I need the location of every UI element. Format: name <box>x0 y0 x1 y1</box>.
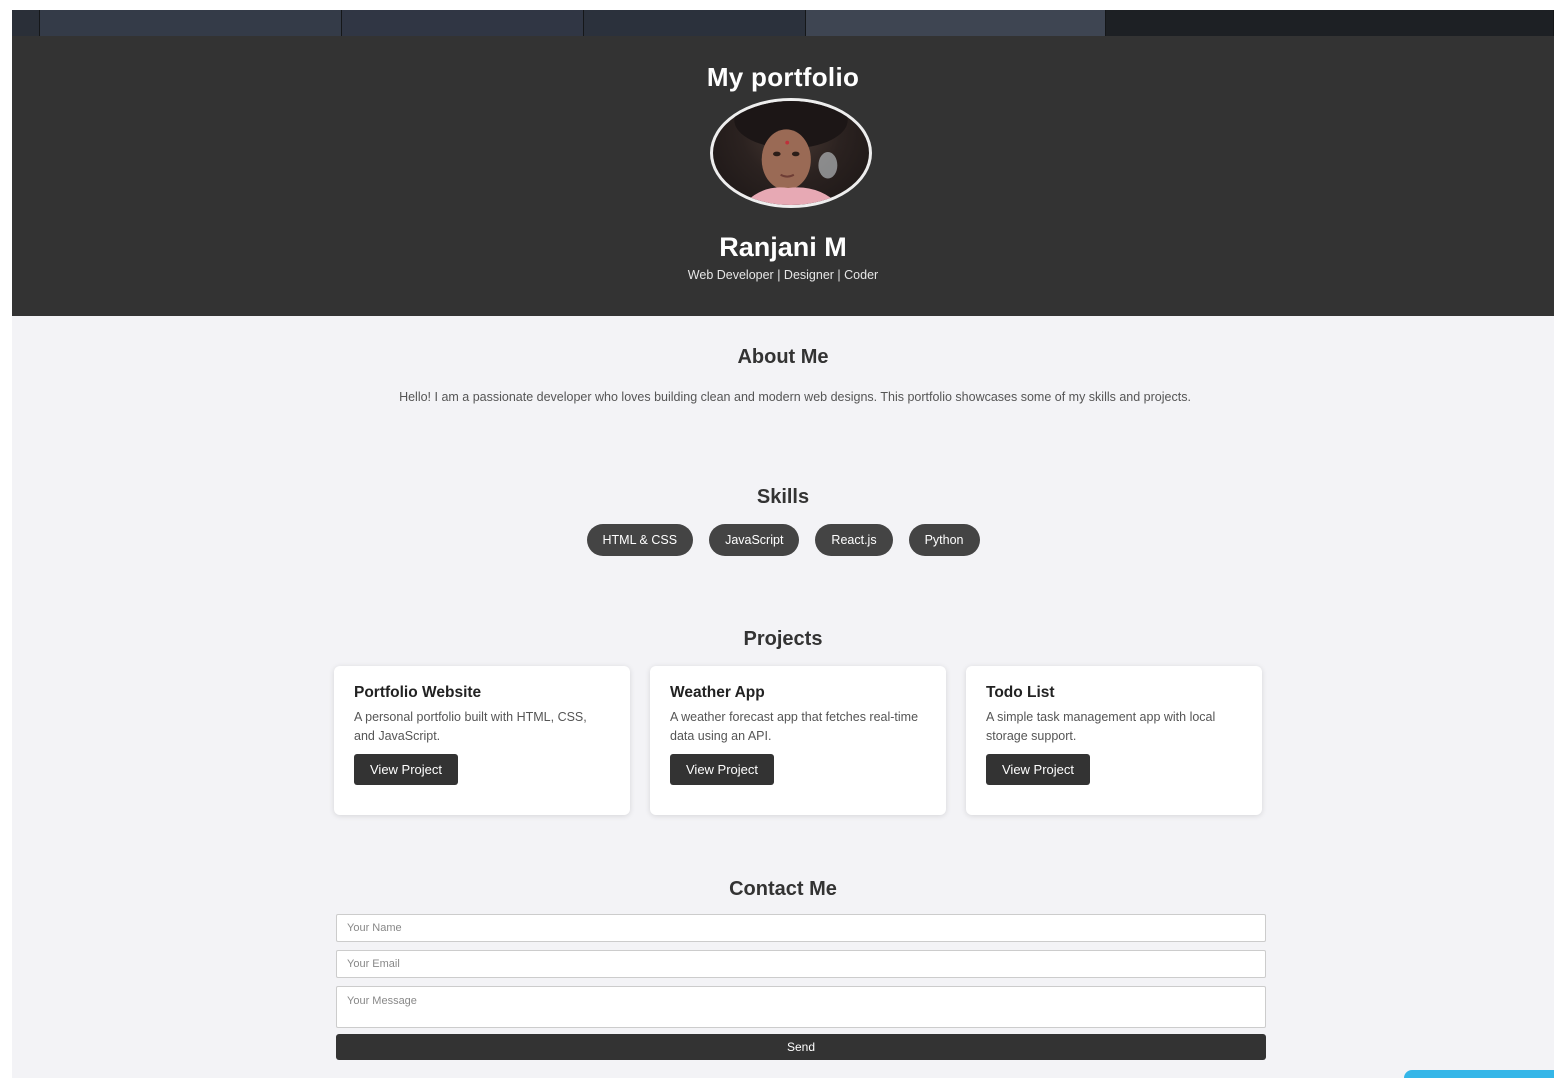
about-text: Hello! I am a passionate developer who l… <box>399 390 1191 404</box>
project-title: Todo List <box>986 684 1055 701</box>
page-frame: My portfolio Ranjani M Web Developer | D… <box>12 10 1554 1078</box>
hero-header: My portfolio Ranjani M Web Developer | D… <box>12 36 1554 316</box>
contact-title: Contact Me <box>729 878 837 900</box>
view-project-button[interactable]: View Project <box>354 754 459 785</box>
project-title: Weather App <box>670 684 765 701</box>
profile-tagline: Web Developer | Designer | Coder <box>687 268 879 282</box>
contact-form: Send <box>336 914 1266 1060</box>
project-description: A personal portfolio built with HTML, CS… <box>354 710 587 743</box>
skill-pill-html-css: HTML & CSS <box>586 524 694 556</box>
about-title: About Me <box>737 346 829 368</box>
email-input[interactable] <box>336 950 1266 978</box>
site-title: My portfolio <box>706 62 860 92</box>
project-description: A weather forecast app that fetches real… <box>670 710 919 743</box>
skills-list: HTML & CSS JavaScript React.js Python <box>12 524 1554 556</box>
skill-pill-react: React.js <box>815 524 893 556</box>
projects-list: Portfolio Website A personal portfolio b… <box>334 666 1264 815</box>
skill-pill-python: Python <box>908 524 980 556</box>
decorative-accent <box>1404 1070 1554 1078</box>
view-project-button[interactable]: View Project <box>670 754 775 785</box>
profile-photo-icon <box>734 101 848 205</box>
send-button[interactable]: Send <box>336 1034 1266 1060</box>
project-card-portfolio: Portfolio Website A personal portfolio b… <box>334 666 630 815</box>
avatar <box>710 98 872 208</box>
project-description: A simple task management app with local … <box>986 710 1216 743</box>
main-content: About Me Hello! I am a passionate develo… <box>12 316 1554 1078</box>
project-card-todo: Todo List A simple task management app w… <box>966 666 1262 815</box>
view-project-button[interactable]: View Project <box>986 754 1091 785</box>
name-input[interactable] <box>336 914 1266 942</box>
project-title: Portfolio Website <box>354 684 482 701</box>
projects-title: Projects <box>743 628 823 650</box>
skill-pill-javascript: JavaScript <box>709 524 800 556</box>
profile-name: Ranjani M <box>719 232 847 262</box>
message-textarea[interactable] <box>336 986 1266 1028</box>
project-card-weather: Weather App A weather forecast app that … <box>650 666 946 815</box>
skills-title: Skills <box>756 486 810 508</box>
